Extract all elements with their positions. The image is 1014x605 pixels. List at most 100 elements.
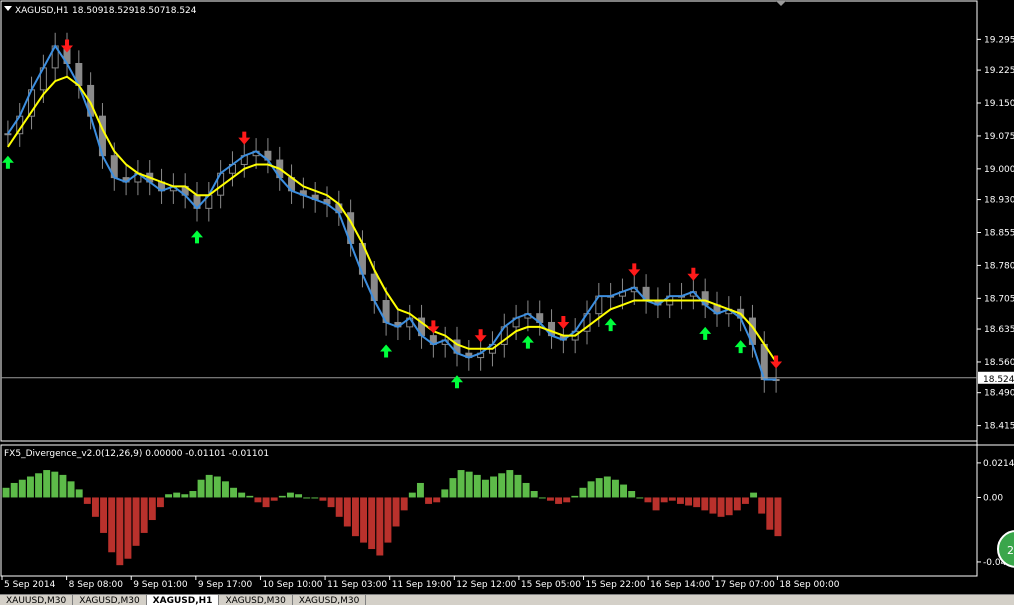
sell-arrow-icon — [628, 263, 641, 277]
sell-arrow-icon — [427, 320, 440, 334]
time-tick-label: 5 Sep 2014 — [4, 580, 56, 590]
histogram-bar — [449, 478, 457, 498]
histogram-bar — [18, 479, 26, 498]
histogram-bar — [522, 482, 530, 498]
histogram-bar — [506, 470, 514, 498]
histogram-bar — [774, 497, 782, 537]
ohlc-high: 18.529 — [103, 6, 135, 16]
ohlc-open: 18.509 — [72, 6, 104, 16]
histogram-bar — [327, 497, 335, 508]
buy-arrow-icon — [451, 375, 463, 389]
histogram-bar — [148, 497, 156, 521]
sell-arrow-icon — [687, 267, 700, 281]
price-tick-label: 19.150 — [984, 99, 1014, 109]
price-tick-label: 18.780 — [984, 261, 1014, 271]
histogram-bar — [750, 492, 758, 498]
price-tick-label: 18.930 — [984, 196, 1014, 206]
fast-ma-line — [7, 43, 777, 381]
histogram-bar — [530, 491, 538, 498]
histogram-bar — [43, 470, 51, 498]
time-tick-label: 11 Sep 03:00 — [327, 580, 387, 590]
time-tick-label: 15 Sep 22:00 — [586, 580, 646, 590]
histogram-bar — [83, 497, 91, 504]
histogram-bar — [205, 474, 213, 498]
histogram-bar — [295, 494, 303, 498]
shift-marker-icon[interactable] — [776, 1, 786, 6]
histogram-bar — [636, 497, 644, 499]
histogram-bar — [351, 497, 359, 537]
chart-window[interactable]: XAGUSD,H1 18.509 18.529 18.507 18.524 FX… — [0, 0, 1014, 604]
histogram-bar — [213, 476, 221, 498]
candle-body — [4, 133, 12, 136]
sell-arrow-icon — [61, 39, 73, 53]
histogram-bar — [26, 476, 34, 498]
histogram-bar — [733, 497, 741, 511]
histogram-bar — [498, 473, 506, 498]
time-tick-label: 17 Sep 07:00 — [715, 580, 775, 590]
histogram-bar — [741, 497, 749, 504]
histogram-bar — [230, 487, 238, 498]
histogram-bar — [343, 497, 351, 527]
histogram-bar — [319, 497, 327, 501]
histogram-bar — [676, 497, 684, 504]
price-tick-label: 18.705 — [984, 294, 1014, 304]
histogram-bar — [701, 497, 709, 511]
time-tick-label: 12 Sep 12:00 — [456, 580, 516, 590]
time-tick-label: 15 Sep 05:00 — [521, 580, 581, 590]
buy-arrow-icon — [380, 344, 393, 358]
histogram-bar — [563, 497, 571, 503]
price-tick-label: 18.635 — [984, 325, 1014, 335]
time-tick-label: 16 Sep 14:00 — [650, 580, 710, 590]
buy-arrow-icon — [734, 340, 747, 354]
histogram-bar — [368, 497, 376, 550]
sell-arrow-icon — [557, 316, 570, 330]
time-tick-label: 10 Sep 10:00 — [262, 580, 322, 590]
histogram-bar — [628, 491, 636, 498]
histogram-bar — [481, 479, 489, 498]
price-tick-label: 18.415 — [984, 422, 1014, 432]
price-tick-label: 19.000 — [984, 165, 1014, 175]
histogram-bar — [189, 491, 197, 498]
buy-arrow-icon — [699, 326, 712, 340]
ohlc-close: 18.524 — [165, 6, 197, 16]
time-tick-label: 11 Sep 19:00 — [392, 580, 452, 590]
histogram-bar — [116, 497, 124, 566]
histogram-bar — [67, 481, 75, 498]
histogram-bar — [392, 497, 400, 527]
buy-arrow-icon — [604, 318, 617, 332]
buy-arrow-icon — [191, 230, 203, 244]
histogram-bar — [416, 482, 424, 498]
candles-layer — [4, 32, 780, 393]
histogram-bar — [132, 497, 140, 546]
histogram-bar — [400, 497, 408, 511]
histogram-bar — [538, 497, 546, 499]
price-tick-label: 19.295 — [984, 35, 1014, 45]
histogram-bar — [303, 497, 311, 499]
histogram-bar — [59, 474, 67, 498]
histogram-bar — [238, 492, 246, 498]
price-tick-label: 18.490 — [984, 389, 1014, 399]
histogram-bar — [555, 497, 563, 504]
histogram-bar — [278, 495, 286, 498]
histogram-bar — [766, 497, 774, 530]
window-menu-icon[interactable] — [4, 6, 12, 11]
histogram-bar — [286, 492, 294, 498]
histogram-bar — [620, 484, 628, 498]
symbol-title: XAGUSD,H1 — [15, 6, 69, 16]
histogram-bar — [693, 497, 701, 508]
histogram-bar — [254, 497, 262, 503]
time-tick-label: 9 Sep 01:00 — [133, 580, 188, 590]
histogram-bar — [490, 476, 498, 498]
histogram-bar — [433, 497, 441, 503]
price-tick-label: 18.560 — [984, 358, 1014, 368]
signal-arrows-layer — [1, 39, 783, 389]
histogram-bar — [668, 497, 676, 501]
histogram-bar — [425, 497, 433, 504]
histogram-bar — [579, 487, 587, 498]
histogram-bar — [124, 497, 132, 559]
histogram-bar — [465, 471, 473, 498]
histogram-bar — [587, 481, 595, 498]
histogram-bar — [173, 492, 181, 498]
sell-arrow-icon — [474, 329, 487, 343]
histogram-bar — [595, 478, 603, 498]
